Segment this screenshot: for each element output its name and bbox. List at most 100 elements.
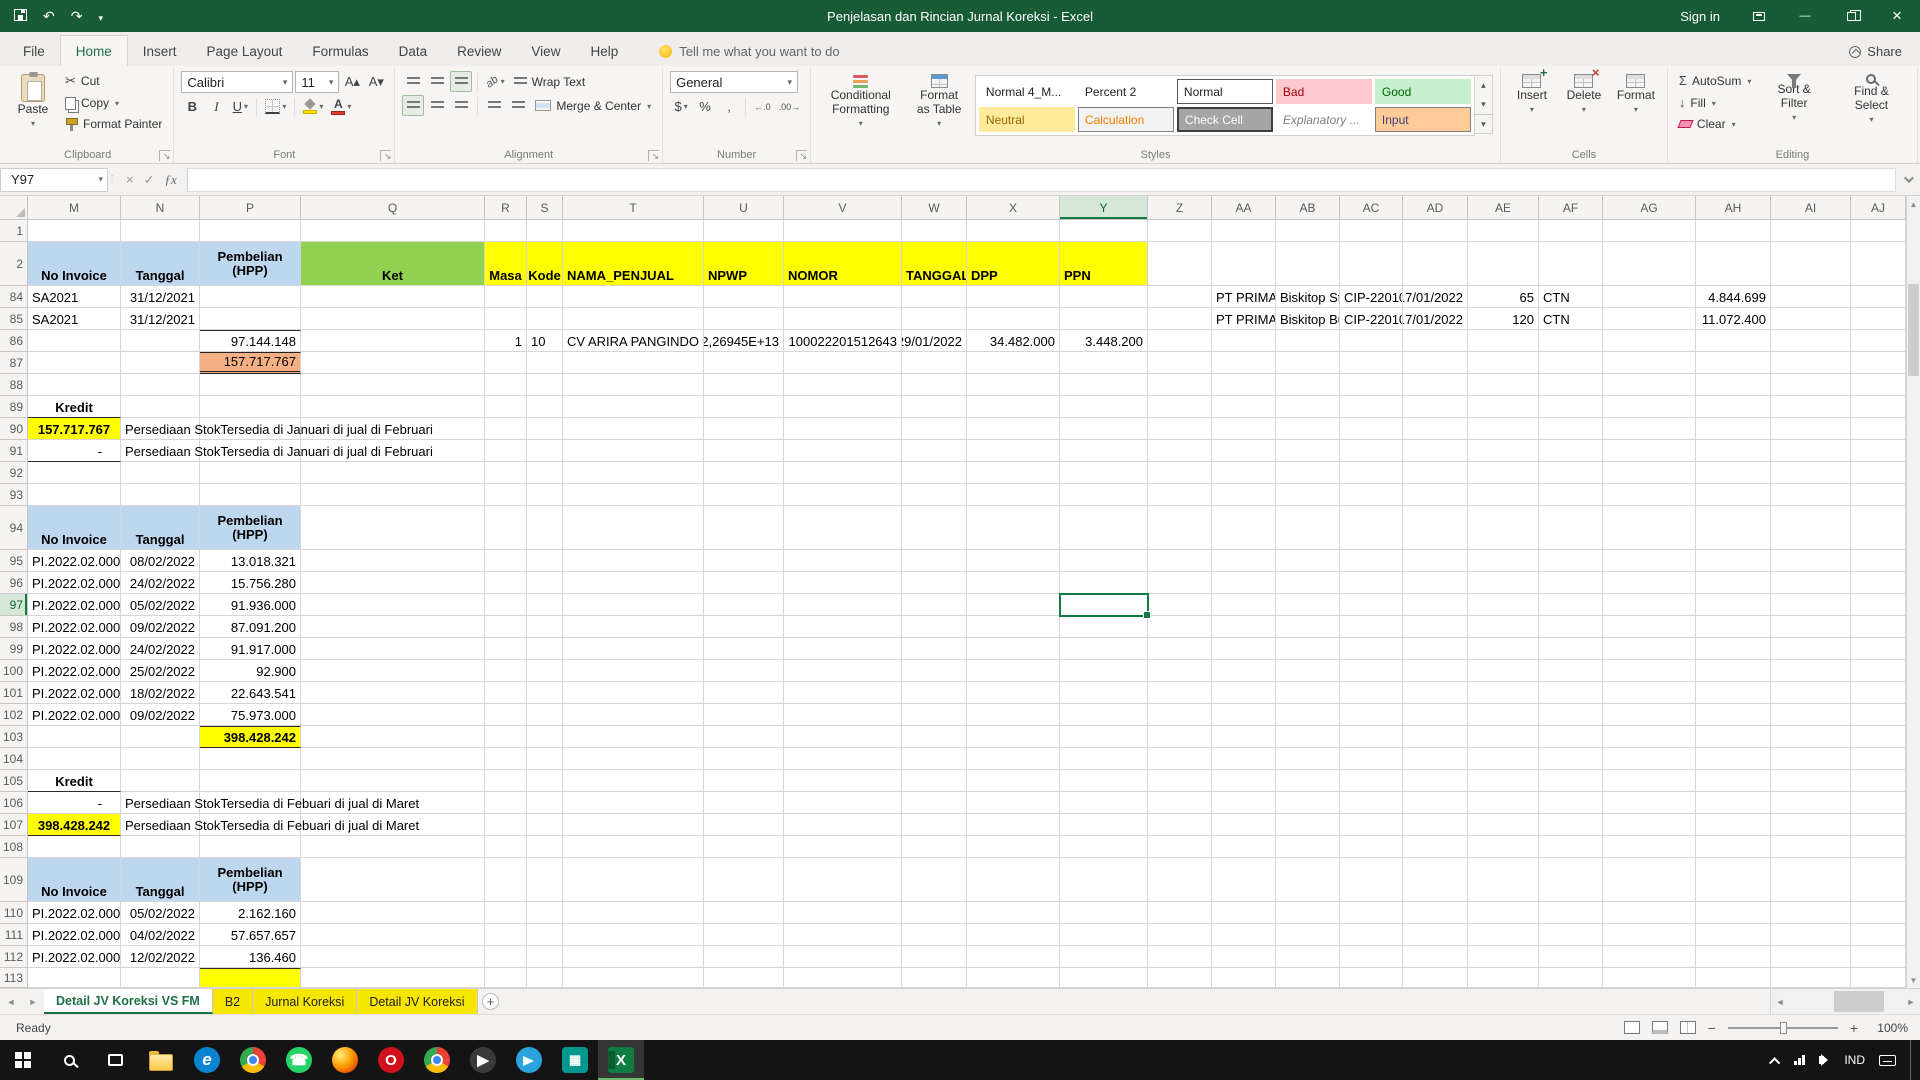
cell-AE103[interactable]	[1468, 726, 1539, 748]
cell-AJ2[interactable]	[1851, 242, 1906, 286]
cell-W101[interactable]	[902, 682, 967, 704]
cell-AB109[interactable]	[1276, 858, 1340, 902]
cell-M109[interactable]: No Invoice	[28, 858, 121, 902]
cell-AI88[interactable]	[1771, 374, 1851, 396]
cell-N101[interactable]: 18/02/2022	[121, 682, 200, 704]
cell-N92[interactable]	[121, 462, 200, 484]
cell-AC95[interactable]	[1340, 550, 1403, 572]
cell-P89[interactable]	[200, 396, 301, 418]
cell-M98[interactable]: PI.2022.02.00008	[28, 616, 121, 638]
cell-T94[interactable]	[563, 506, 704, 550]
cell-V92[interactable]	[784, 462, 902, 484]
cell-AI109[interactable]	[1771, 858, 1851, 902]
format-as-table-button[interactable]: Format as Table	[907, 71, 971, 131]
row-header-111[interactable]: 111	[0, 924, 28, 946]
cell-AC94[interactable]	[1340, 506, 1403, 550]
cell-P110[interactable]: 2.162.160	[200, 902, 301, 924]
cell-Y101[interactable]	[1060, 682, 1148, 704]
cell-M99[interactable]: PI.2022.02.00044	[28, 638, 121, 660]
cell-V112[interactable]	[784, 946, 902, 968]
cell-AD90[interactable]	[1403, 418, 1468, 440]
cell-AI92[interactable]	[1771, 462, 1851, 484]
cell-Z105[interactable]	[1148, 770, 1212, 792]
cell-AI97[interactable]	[1771, 594, 1851, 616]
cell-V104[interactable]	[784, 748, 902, 770]
cell-AB100[interactable]	[1276, 660, 1340, 682]
cell-AJ92[interactable]	[1851, 462, 1906, 484]
cell-V113[interactable]	[784, 968, 902, 988]
cell-Z90[interactable]	[1148, 418, 1212, 440]
cell-R92[interactable]	[485, 462, 527, 484]
cell-W111[interactable]	[902, 924, 967, 946]
cell-S101[interactable]	[527, 682, 563, 704]
cell-N89[interactable]	[121, 396, 200, 418]
cell-P87[interactable]: 157.717.767	[200, 352, 301, 374]
cell-AJ84[interactable]	[1851, 286, 1906, 308]
cell-U90[interactable]	[704, 418, 784, 440]
cell-X96[interactable]	[967, 572, 1060, 594]
cell-Y112[interactable]	[1060, 946, 1148, 968]
cell-V107[interactable]	[784, 814, 902, 836]
volume-icon[interactable]	[1819, 1056, 1824, 1064]
cell-T88[interactable]	[563, 374, 704, 396]
cell-AC106[interactable]	[1340, 792, 1403, 814]
cell-AH107[interactable]	[1696, 814, 1771, 836]
conditional-formatting-button[interactable]: Conditional Formatting	[818, 71, 903, 131]
cell-M108[interactable]	[28, 836, 121, 858]
cell-AD109[interactable]	[1403, 858, 1468, 902]
decrease-indent-button[interactable]	[483, 95, 505, 116]
alignment-dialog-launcher[interactable]	[648, 150, 659, 161]
horizontal-scroll-thumb[interactable]	[1834, 991, 1884, 1012]
cell-AJ97[interactable]	[1851, 594, 1906, 616]
cell-T108[interactable]	[563, 836, 704, 858]
cell-X97[interactable]	[967, 594, 1060, 616]
cell-AB2[interactable]	[1276, 242, 1340, 286]
cell-AD112[interactable]	[1403, 946, 1468, 968]
cell-AB101[interactable]	[1276, 682, 1340, 704]
cell-AD103[interactable]	[1403, 726, 1468, 748]
cell-S104[interactable]	[527, 748, 563, 770]
cell-S89[interactable]	[527, 396, 563, 418]
bottom-align-button[interactable]	[450, 71, 472, 92]
cell-AA103[interactable]	[1212, 726, 1276, 748]
cell-AF106[interactable]	[1539, 792, 1603, 814]
underline-button[interactable]: U	[229, 96, 251, 117]
cell-M89[interactable]: Kredit	[28, 396, 121, 418]
cell-S99[interactable]	[527, 638, 563, 660]
cell-U96[interactable]	[704, 572, 784, 594]
clear-button[interactable]: Clear	[1675, 115, 1755, 133]
cell-style-normal[interactable]: Normal	[1177, 79, 1273, 104]
cell-V109[interactable]	[784, 858, 902, 902]
cell-T100[interactable]	[563, 660, 704, 682]
cell-AG87[interactable]	[1603, 352, 1696, 374]
cell-Y94[interactable]	[1060, 506, 1148, 550]
sheet-tab-jurnal-koreksi[interactable]: Jurnal Koreksi	[253, 989, 357, 1014]
row-header-1[interactable]: 1	[0, 220, 28, 242]
cell-W90[interactable]	[902, 418, 967, 440]
cell-Z1[interactable]	[1148, 220, 1212, 242]
row-header-87[interactable]: 87	[0, 352, 28, 374]
cell-X101[interactable]	[967, 682, 1060, 704]
taskbar-browser-2-button[interactable]	[414, 1040, 460, 1080]
cell-AC101[interactable]	[1340, 682, 1403, 704]
cell-AJ102[interactable]	[1851, 704, 1906, 726]
cell-U110[interactable]	[704, 902, 784, 924]
cell-S95[interactable]	[527, 550, 563, 572]
sheet-nav-left-button[interactable]	[0, 989, 22, 1014]
cell-AI103[interactable]	[1771, 726, 1851, 748]
cell-Z94[interactable]	[1148, 506, 1212, 550]
cell-AB103[interactable]	[1276, 726, 1340, 748]
cell-Z101[interactable]	[1148, 682, 1212, 704]
cell-AA92[interactable]	[1212, 462, 1276, 484]
cell-Y91[interactable]	[1060, 440, 1148, 462]
cell-AF91[interactable]	[1539, 440, 1603, 462]
cell-AD107[interactable]	[1403, 814, 1468, 836]
start-button[interactable]	[0, 1040, 46, 1080]
cell-Y103[interactable]	[1060, 726, 1148, 748]
cell-R107[interactable]	[485, 814, 527, 836]
cell-AI104[interactable]	[1771, 748, 1851, 770]
cell-N111[interactable]: 04/02/2022	[121, 924, 200, 946]
cell-AF86[interactable]	[1539, 330, 1603, 352]
cell-AA99[interactable]	[1212, 638, 1276, 660]
cell-AB107[interactable]	[1276, 814, 1340, 836]
